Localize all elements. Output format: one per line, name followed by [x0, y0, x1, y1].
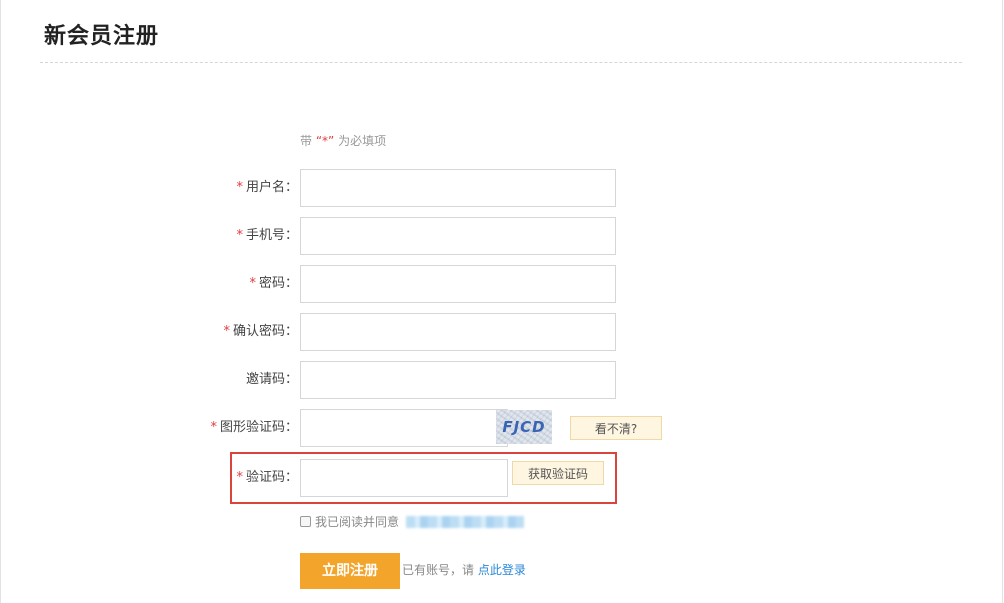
image-captcha-label: * 图形验证码： [210, 409, 298, 447]
sms-code-label: * 验证码： [236, 459, 298, 497]
required-star: * [236, 470, 243, 485]
phone-label: * 手机号： [236, 217, 298, 255]
required-note-suffix: 为必填项 [338, 134, 387, 148]
login-link[interactable]: 点此登录 [478, 563, 526, 577]
sms-code-label-text: 验证码： [245, 470, 298, 485]
required-star: * [236, 228, 243, 243]
register-submit-button[interactable]: 立即注册 [300, 553, 400, 589]
required-note: 带 “*” 为必填项 [300, 132, 386, 149]
refresh-captcha-button[interactable]: 看不清? [570, 416, 662, 440]
password-input[interactable] [300, 265, 616, 303]
image-captcha-input[interactable] [300, 409, 508, 447]
invite-code-input[interactable] [300, 361, 616, 399]
confirm-password-input[interactable] [300, 313, 616, 351]
invite-code-label: 邀请码： [246, 361, 298, 399]
required-star: * [210, 420, 217, 435]
invite-code-label-text: 邀请码： [245, 372, 298, 387]
agree-text: 我已阅读并同意 [315, 515, 400, 529]
password-label: * 密码： [249, 265, 298, 303]
login-hint-text: 已有账号，请 [402, 563, 478, 577]
frame-border-right [1002, 0, 1003, 603]
phone-label-text: 手机号： [245, 228, 298, 243]
required-note-star: “*” [315, 134, 335, 148]
image-captcha-label-text: 图形验证码： [219, 420, 298, 435]
agree-checkbox[interactable] [300, 516, 311, 527]
captcha-image[interactable]: FJCD [496, 410, 552, 444]
page-title: 新会员注册 [44, 24, 160, 49]
username-label-text: 用户名： [245, 180, 298, 195]
get-sms-code-button[interactable]: 获取验证码 [512, 461, 604, 485]
login-hint: 已有账号，请 点此登录 [402, 561, 526, 578]
confirm-password-label-text: 确认密码： [232, 324, 298, 339]
phone-input[interactable] [300, 217, 616, 255]
title-divider [40, 62, 962, 63]
username-input[interactable] [300, 169, 616, 207]
required-star: * [249, 276, 256, 291]
required-star: * [236, 180, 243, 195]
required-star: * [223, 324, 230, 339]
username-label: * 用户名： [236, 169, 298, 207]
password-label-text: 密码： [258, 276, 298, 291]
sms-code-input[interactable] [300, 459, 508, 497]
agreement-link-blurred[interactable] [406, 516, 524, 528]
confirm-password-label: * 确认密码： [223, 313, 298, 351]
frame-border-left [0, 0, 1, 603]
required-note-prefix: 带 [300, 134, 313, 148]
